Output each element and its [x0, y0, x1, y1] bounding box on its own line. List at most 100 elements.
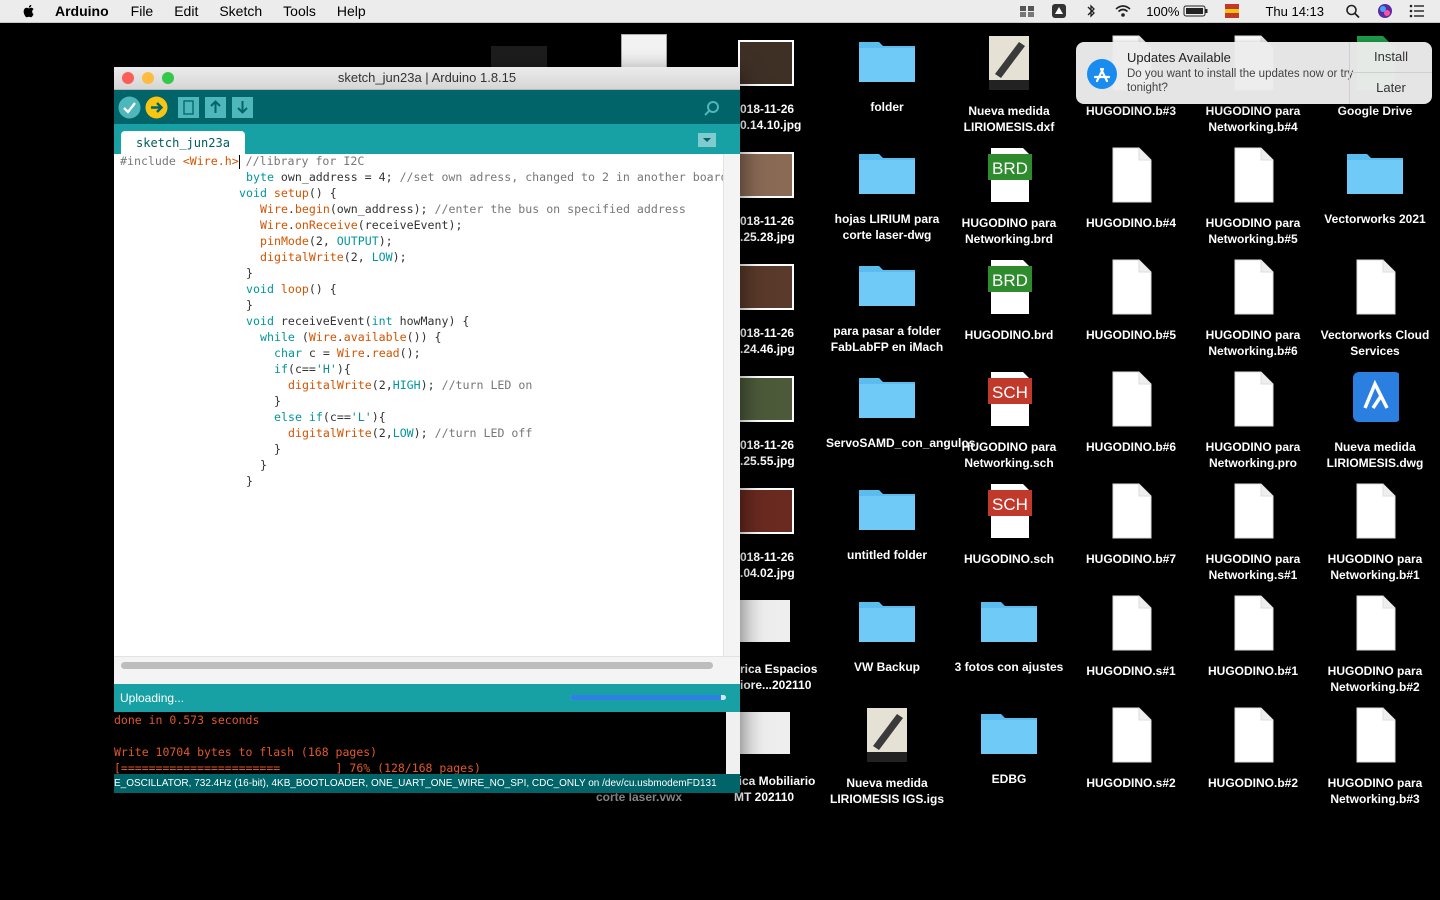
minimize-button[interactable] [142, 72, 154, 84]
document-thumbnail[interactable] [738, 712, 790, 754]
desktop-item[interactable]: ServoSAMD_con_angulos [826, 370, 976, 451]
editor-horizontal-scrollbar[interactable] [114, 656, 740, 677]
dropbox-icon[interactable] [1018, 3, 1036, 19]
google-drive-icon[interactable] [1050, 3, 1068, 19]
desktop-item[interactable]: Nueva medida LIRIOMESIS IGS.igs [826, 706, 948, 807]
siri-icon[interactable] [1376, 3, 1394, 19]
spotlight-search-icon[interactable] [1344, 3, 1362, 19]
new-sketch-button[interactable] [177, 96, 200, 119]
desktop-item[interactable]: untitled folder [826, 482, 948, 563]
tab-bar: sketch_jun23a [114, 124, 740, 154]
console-line: [======================= ] 76% (128/168 … [114, 761, 481, 774]
menu-edit[interactable]: Edit [174, 3, 198, 19]
folder-icon [1347, 154, 1403, 194]
desktop-item[interactable]: BRD HUGODINO para Networking.brd [948, 146, 1070, 247]
editor-vertical-scrollbar[interactable] [723, 154, 740, 656]
battery-icon[interactable] [1183, 3, 1209, 19]
save-sketch-button[interactable] [231, 96, 254, 119]
desktop-item[interactable]: SCH HUGODINO para Networking.sch [948, 370, 1070, 471]
document-icon [1234, 483, 1274, 539]
desktop-item[interactable]: EDBG [948, 706, 1070, 787]
desktop-item[interactable]: HUGODINO.b#4 [1070, 146, 1192, 231]
menu-tools[interactable]: Tools [283, 3, 316, 19]
photo-thumbnail[interactable] [738, 264, 794, 310]
desktop-item[interactable]: HUGODINO para Networking.b#1 [1314, 482, 1436, 583]
upload-button[interactable] [145, 96, 168, 119]
desktop-item-label: ServoSAMD_con_angulos [826, 436, 976, 450]
code-editor[interactable]: #include <Wire.h> //library for I2C byte … [114, 154, 724, 656]
desktop-item[interactable]: para pasar a folder FabLabFP en iMach [826, 258, 948, 355]
desktop-item-label: HUGODINO.brd [964, 328, 1054, 342]
tab-menu-button[interactable] [698, 133, 716, 147]
menu-file[interactable]: File [131, 3, 154, 19]
desktop-item[interactable]: Vectorworks Cloud Services [1314, 258, 1436, 359]
status-bar: Uploading... [114, 684, 740, 712]
desktop-item-label: HUGODINO para Networking.b#6 [1205, 328, 1301, 358]
desktop-item[interactable]: HUGODINO.b#5 [1070, 258, 1192, 343]
photo-thumbnail[interactable] [738, 376, 794, 422]
desktop-item[interactable]: HUGODINO.b#2 [1192, 706, 1314, 791]
desktop-item-label: HUGODINO.b#7 [1085, 552, 1176, 566]
open-sketch-button[interactable] [204, 96, 227, 119]
update-notification[interactable]: Updates Available Do you want to install… [1076, 42, 1432, 104]
input-source-icon[interactable] [1223, 3, 1241, 19]
later-button[interactable]: Later [1350, 72, 1432, 103]
code-line: } [246, 298, 253, 312]
close-button[interactable] [122, 72, 134, 84]
install-button[interactable]: Install [1350, 42, 1432, 72]
app-store-icon [1087, 59, 1117, 89]
zoom-button[interactable] [162, 72, 174, 84]
desktop-item[interactable]: HUGODINO.s#1 [1070, 594, 1192, 679]
notification-center-icon[interactable] [1408, 3, 1426, 19]
clock[interactable]: Thu 14:13 [1265, 4, 1324, 19]
desktop-item[interactable]: HUGODINO.b#7 [1070, 482, 1192, 567]
scrollbar-thumb[interactable] [121, 662, 713, 669]
photo-thumbnail[interactable] [738, 40, 794, 86]
code-line: } [274, 442, 281, 456]
serial-monitor-button[interactable] [701, 96, 724, 119]
photo-thumbnail[interactable] [738, 488, 794, 534]
verify-button[interactable] [118, 96, 141, 119]
code-line: pinMode(2, OUTPUT); [260, 234, 393, 248]
desktop-item[interactable]: HUGODINO para Networking.b#6 [1192, 258, 1314, 359]
partial-file-icon[interactable] [491, 46, 547, 68]
desktop-item[interactable]: Vectorworks 2021 [1314, 146, 1436, 227]
document-icon [1234, 371, 1274, 427]
menu-help[interactable]: Help [337, 3, 366, 19]
console-scrollbar[interactable] [726, 712, 740, 774]
desktop-item[interactable]: hojas LIRIUM para corte laser-dwg [826, 146, 948, 243]
desktop-item[interactable]: Nueva medida LIRIOMESIS.dwg [1314, 370, 1436, 471]
partial-file-icon-2[interactable] [621, 34, 667, 70]
photo-thumbnail[interactable] [738, 152, 794, 198]
app-menu[interactable]: Arduino [55, 3, 109, 19]
desktop-item-label: HUGODINO.b#5 [1085, 328, 1176, 342]
desktop-item-label: HUGODINO.b#2 [1207, 776, 1298, 790]
desktop-item[interactable]: HUGODINO para Networking.b#2 [1314, 594, 1436, 695]
console-line: done in 0.573 seconds [114, 713, 260, 727]
desktop-item[interactable]: VW Backup [826, 594, 948, 675]
wifi-icon[interactable] [1114, 3, 1132, 19]
desktop-item[interactable]: HUGODINO.b#6 [1070, 370, 1192, 455]
console-output[interactable]: done in 0.573 seconds Write 10704 bytes … [114, 712, 740, 774]
desktop-item-label: HUGODINO para Networking.brd [961, 216, 1057, 246]
desktop-item-label: Nueva medida LIRIOMESIS.dxf [963, 104, 1055, 134]
desktop-item[interactable]: HUGODINO para Networking.pro [1192, 370, 1314, 471]
desktop-item[interactable]: folder [826, 34, 948, 115]
apple-icon[interactable] [21, 3, 37, 19]
desktop-item[interactable]: Nueva medida LIRIOMESIS.dxf [948, 34, 1070, 135]
document-thumbnail[interactable] [738, 600, 790, 642]
tab-sketch[interactable]: sketch_jun23a [121, 131, 245, 154]
desktop-item[interactable]: BRD HUGODINO.brd [948, 258, 1070, 343]
desktop-item[interactable]: SCH HUGODINO.sch [948, 482, 1070, 567]
desktop-item[interactable]: HUGODINO para Networking.b#5 [1192, 146, 1314, 247]
desktop-item[interactable]: HUGODINO para Networking.s#1 [1192, 482, 1314, 583]
window-titlebar[interactable]: sketch_jun23a | Arduino 1.8.15 [114, 67, 740, 90]
desktop-item[interactable]: HUGODINO para Networking.b#3 [1314, 706, 1436, 807]
desktop-item[interactable]: HUGODINO.s#2 [1070, 706, 1192, 791]
partial-item-label: rica Espacios iore...202110 [740, 662, 818, 692]
desktop-item[interactable]: 3 fotos con ajustes [948, 594, 1070, 675]
bluetooth-icon[interactable] [1082, 3, 1100, 19]
desktop-item[interactable]: HUGODINO.b#1 [1192, 594, 1314, 679]
pane-splitter[interactable] [114, 676, 740, 684]
menu-sketch[interactable]: Sketch [219, 3, 262, 19]
